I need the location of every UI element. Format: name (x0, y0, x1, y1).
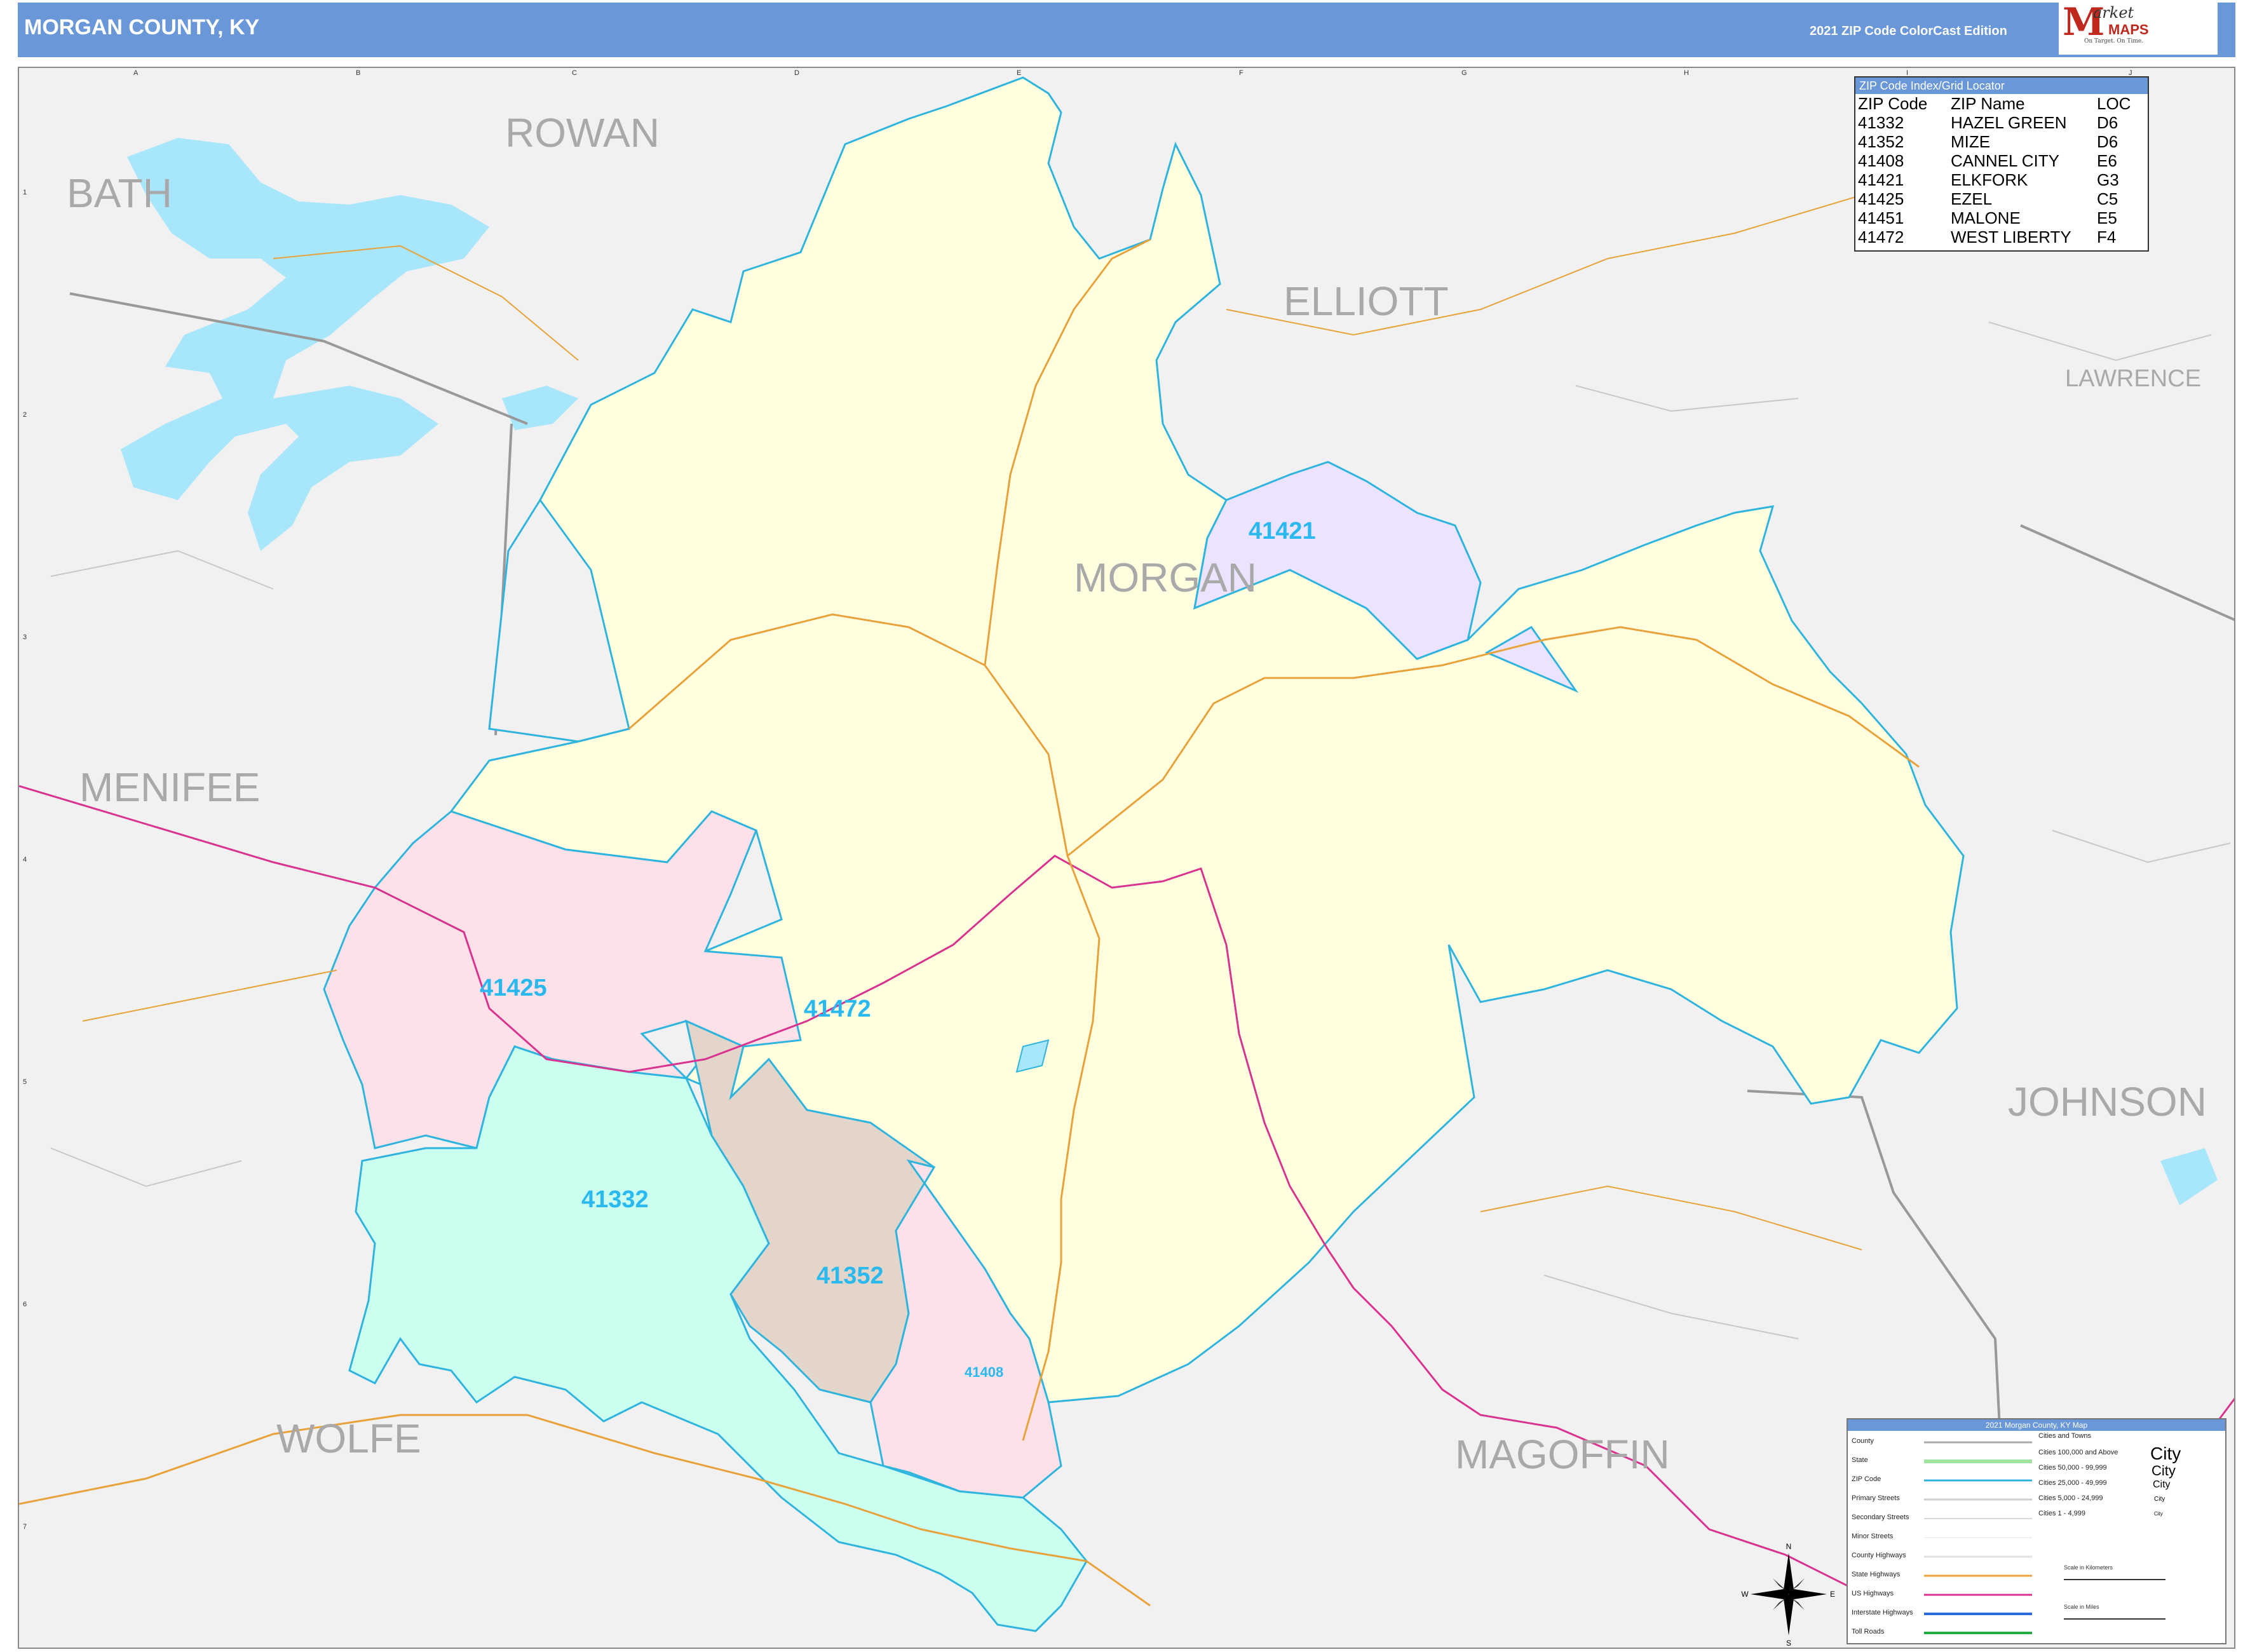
zip-label-41352[interactable]: 41352 (817, 1263, 884, 1290)
zip-index-header: ZIP Code ZIP Name LOC (1858, 94, 2134, 113)
grid-row-6: 6 (23, 1301, 27, 1308)
county-label-magoffin: MAGOFFIN (1455, 1432, 1670, 1477)
logo-word: arket (2093, 4, 2134, 22)
zip-label-41425[interactable]: 41425 (480, 975, 547, 1002)
zip-name-cell: MIZE (1951, 132, 1991, 151)
table-row: 41472 WEST LIBERTY F4 (1858, 227, 2134, 247)
zip-code-cell: 41408 (1858, 151, 1904, 170)
map-legend: 2021 Morgan County, KY Map County State … (1847, 1418, 2226, 1644)
grid-row-1: 1 (23, 189, 27, 196)
county-label-wolfe: WOLFE (276, 1416, 421, 1461)
zip-code-cell: 41421 (1858, 170, 1904, 189)
scale-kilometers: Scale in Kilometers (2064, 1564, 2113, 1571)
lake (121, 138, 489, 551)
legend-city-size-2: Cities 50,000 - 99,999 (2038, 1464, 2107, 1472)
county-line-johnson (1747, 1090, 2003, 1466)
title-bar: MORGAN COUNTY, KY 2021 ZIP Code ColorCas… (18, 3, 2235, 57)
zip-code-cell: 41472 (1858, 227, 1904, 247)
map-frame[interactable]: A B C D E F G H I J 1 2 3 4 5 6 7 ROWAN … (18, 67, 2235, 1649)
county-label-morgan: MORGAN (1074, 555, 1257, 600)
edition-label: 2021 ZIP Code ColorCast Edition (1810, 24, 2007, 38)
zip-index-table: ZIP Code Index/Grid Locator ZIP Code ZIP… (1854, 76, 2149, 252)
compass-n: N (1786, 1542, 1792, 1551)
county-label-rowan: ROWAN (505, 110, 660, 156)
zip-name-cell: WEST LIBERTY (1951, 227, 2071, 247)
loc-cell: C5 (2097, 189, 2118, 208)
zip-label-41421[interactable]: 41421 (1249, 518, 1316, 545)
grid-col-b: B (356, 69, 361, 77)
county-line-lawrence (2020, 524, 2234, 621)
loc-cell: D6 (2097, 113, 2118, 132)
zip-name-cell: CANNEL CITY (1951, 151, 2059, 170)
legend-city-header: Cities and Towns (2038, 1432, 2091, 1440)
grid-row-2: 2 (23, 411, 27, 419)
header-zip-code: ZIP Code (1858, 94, 1928, 113)
zip-label-41332[interactable]: 41332 (581, 1186, 649, 1214)
county-label-elliott: ELLIOTT (1284, 278, 1449, 324)
reservoir (2160, 1148, 2218, 1205)
zip-name-cell: EZEL (1951, 189, 1993, 208)
lake-arm (502, 386, 578, 430)
compass-e: E (1830, 1590, 1835, 1599)
grid-col-f: F (1239, 69, 1244, 77)
legend-city-sample-1: City (2150, 1444, 2181, 1463)
legend-city-sample-2: City (2152, 1463, 2176, 1479)
county-label-menifee: MENIFEE (79, 764, 261, 810)
legend-city-size-4: Cities 5,000 - 24,999 (2038, 1494, 2103, 1502)
table-row: 41408 CANNEL CITY E6 (1858, 151, 2134, 170)
header-zip-name: ZIP Name (1951, 94, 2025, 113)
zip-code-cell: 41352 (1858, 132, 1904, 151)
compass-w: W (1741, 1590, 1749, 1599)
legend-city-sample-4: City (2154, 1496, 2165, 1503)
legend-city-size-1: Cities 100,000 and Above (2038, 1449, 2118, 1456)
loc-cell: F4 (2097, 227, 2117, 247)
grid-col-d: D (794, 69, 799, 77)
grid-row-3: 3 (23, 633, 27, 641)
logo-maps: MAPS (2108, 22, 2149, 37)
header-loc: LOC (2097, 94, 2131, 113)
compass-rose-icon: N S E W (1741, 1542, 1835, 1648)
grid-col-e: E (1017, 69, 1022, 77)
compass-s: S (1786, 1639, 1791, 1648)
grid-col-g: G (1461, 69, 1467, 77)
county-label-lawrence: LAWRENCE (2065, 365, 2201, 392)
grid-row-7: 7 (23, 1523, 27, 1531)
loc-cell: G3 (2097, 170, 2119, 189)
loc-cell: D6 (2097, 132, 2118, 151)
scale-miles: Scale in Miles (2064, 1604, 2099, 1610)
map-title: MORGAN COUNTY, KY (24, 15, 260, 39)
loc-cell: E5 (2097, 208, 2117, 227)
grid-row-4: 4 (23, 856, 27, 863)
table-row: 41451 MALONE E5 (1858, 208, 2134, 227)
zip-index-title: ZIP Code Index/Grid Locator (1855, 78, 2148, 94)
table-row: 41332 HAZEL GREEN D6 (1858, 113, 2134, 132)
loc-cell: E6 (2097, 151, 2117, 170)
zip-code-cell: 41425 (1858, 189, 1904, 208)
zip-code-cell: 41332 (1858, 113, 1904, 132)
legend-city-sample-3: City (2153, 1479, 2171, 1490)
zip-label-41472[interactable]: 41472 (804, 996, 871, 1023)
zip-label-41408[interactable]: 41408 (965, 1364, 1003, 1381)
zip-name-cell: MALONE (1951, 208, 2021, 227)
zip-index-grid: ZIP Code ZIP Name LOC 41332 HAZEL GREEN D6… (1858, 94, 2134, 247)
legend-city-sample-5: City (2154, 1511, 2163, 1517)
grid-col-a: A (133, 69, 139, 77)
zip-code-cell: 41451 (1858, 208, 1904, 227)
legend-city-size-5: Cities 1 - 4,999 (2038, 1510, 2085, 1517)
zip-name-cell: HAZEL GREEN (1951, 113, 2067, 132)
legend-city-size-3: Cities 25,000 - 49,999 (2038, 1479, 2107, 1487)
county-label-bath: BATH (67, 170, 172, 216)
logo-tagline: On Target. On Time. (2084, 38, 2144, 44)
market-maps-logo: M arket MAPS On Target. On Time. (2059, 0, 2218, 55)
grid-col-c: C (572, 69, 577, 77)
zip-name-cell: ELKFORK (1951, 170, 2028, 189)
table-row: 41421 ELKFORK G3 (1858, 170, 2134, 189)
grid-col-h: H (1684, 69, 1689, 77)
table-row: 41352 MIZE D6 (1858, 132, 2134, 151)
grid-row-5: 5 (23, 1078, 27, 1086)
table-row: 41425 EZEL C5 (1858, 189, 2134, 208)
county-label-johnson: JOHNSON (2008, 1079, 2207, 1125)
map-canvas (19, 76, 2234, 1632)
